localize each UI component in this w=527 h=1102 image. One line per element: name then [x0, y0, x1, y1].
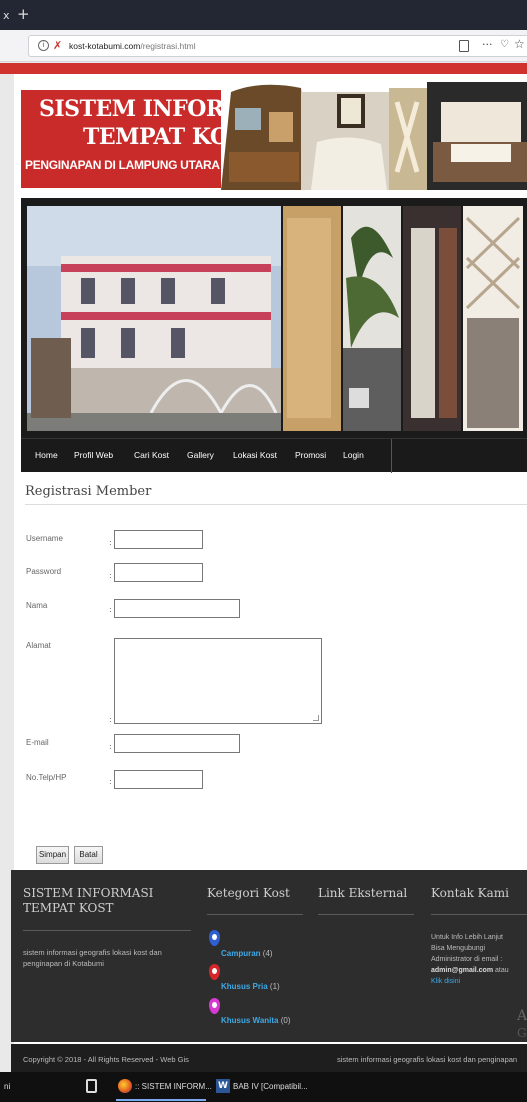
new-tab-icon[interactable]: + — [17, 5, 30, 23]
nav-profil-web[interactable]: Profil Web — [74, 450, 113, 460]
url-domain: kost-kotabumi.com — [69, 41, 141, 51]
taskbar-left-stub[interactable]: ni — [4, 1082, 10, 1091]
resize-grip-icon[interactable] — [313, 715, 319, 721]
firefox-icon[interactable] — [118, 1079, 132, 1093]
category-khusus-wanita[interactable]: Khusus Wanita (0) — [221, 1016, 291, 1025]
hero-photo-collage — [21, 198, 527, 438]
bookmark-star-icon[interactable]: ☆ — [514, 37, 525, 51]
nav-home[interactable]: Home — [35, 450, 58, 460]
category-khusus-pria-count: (1) — [269, 982, 280, 991]
nav-gallery[interactable]: Gallery — [187, 450, 214, 460]
copyright-bar: Copyright © 2018 - All Rights Reserved -… — [11, 1044, 527, 1072]
taskbar-firefox-window[interactable]: :: SISTEM INFORM... — [135, 1082, 212, 1091]
simpan-button[interactable]: Simpan — [36, 846, 69, 864]
page-actions-icon[interactable]: ··· — [482, 38, 493, 51]
contact-or: atau — [495, 967, 509, 974]
page-top-bar — [0, 63, 527, 74]
taskbar-word-window[interactable]: BAB IV [Compatibil... — [233, 1082, 308, 1091]
footer-about-divider — [23, 930, 191, 931]
store-icon[interactable] — [86, 1079, 97, 1093]
category-khusus-pria-name: Khusus Pria — [221, 982, 268, 991]
category-khusus-wanita-count: (0) — [280, 1016, 291, 1025]
email-input[interactable] — [114, 734, 240, 753]
banner-spacer — [21, 190, 527, 198]
phone-input[interactable] — [114, 770, 203, 789]
nama-input[interactable] — [114, 599, 240, 618]
alamat-colon: : — [109, 715, 112, 724]
footer-side-letter-a: A — [517, 1008, 527, 1024]
url-path: /registrasi.html — [140, 41, 196, 51]
site-footer: SISTEM INFORMASI TEMPAT KOST sistem info… — [11, 870, 527, 1042]
form-title: Registrasi Member — [25, 484, 152, 499]
footer-contact-title: Kontak Kami — [431, 886, 509, 900]
close-tab-icon[interactable]: x — [3, 9, 10, 22]
footer-about-text: sistem informasi geografis lokasi kost d… — [23, 948, 162, 968]
contact-line1: Untuk Info Lebih Lanjut — [431, 934, 503, 941]
footer-tagline: sistem informasi geografis lokasi kost d… — [337, 1055, 518, 1064]
footer-links-divider — [318, 914, 414, 915]
footer-about-title: SISTEM INFORMASI TEMPAT KOST — [23, 886, 154, 915]
banner-subtitle: PENGINAPAN DI LAMPUNG UTARA — [25, 158, 220, 172]
footer-category-divider — [207, 914, 303, 915]
footer-links-title: Link Eksternal — [318, 886, 408, 900]
contact-line2: Bisa Mengubungi — [431, 945, 486, 952]
copyright-text: Copyright © 2018 - All Rights Reserved -… — [23, 1055, 189, 1064]
campuran-marker-icon — [209, 930, 220, 946]
main-nav: Home Profil Web Cari Kost Gallery Lokasi… — [21, 438, 527, 473]
username-label: Username — [26, 534, 63, 543]
os-taskbar: ni :: SISTEM INFORM... W BAB IV [Compati… — [0, 1072, 527, 1102]
batal-button[interactable]: Batal — [74, 846, 103, 864]
banner-room-photos — [221, 82, 527, 190]
nama-colon: : — [109, 605, 112, 614]
reader-view-icon[interactable] — [459, 40, 469, 52]
form-title-divider — [25, 504, 527, 505]
footer-category-title: Ketegori Kost — [207, 886, 290, 900]
username-colon: : — [109, 538, 112, 547]
category-khusus-pria[interactable]: Khusus Pria (1) — [221, 982, 280, 991]
nav-login[interactable]: Login — [343, 450, 364, 460]
password-label: Password — [26, 567, 62, 576]
footer-contact-text: Untuk Info Lebih Lanjut Bisa Mengubungi … — [431, 932, 527, 987]
contact-link[interactable]: Klik disini — [431, 976, 527, 987]
khusus-wanita-marker-icon — [209, 998, 220, 1014]
khusus-pria-marker-icon — [209, 964, 220, 980]
phone-colon: : — [109, 777, 112, 786]
nav-promosi[interactable]: Promosi — [295, 450, 326, 460]
navigation-toolbar: i ✗ kost-kotabumi.com/registrasi.html ··… — [0, 30, 527, 62]
hero-photos — [21, 198, 527, 438]
username-input[interactable] — [114, 530, 203, 549]
contact-email-line: admin@gmail.com atau — [431, 965, 527, 976]
phone-label: No.Telp/HP — [26, 773, 67, 782]
alamat-textarea[interactable] — [114, 638, 322, 724]
category-campuran-count: (4) — [262, 949, 273, 958]
nav-cari-kost[interactable]: Cari Kost — [134, 450, 169, 460]
word-icon[interactable]: W — [216, 1079, 230, 1093]
category-campuran-name: Campuran — [221, 949, 261, 958]
info-icon[interactable]: i — [38, 40, 49, 51]
footer-contact-divider — [431, 914, 527, 915]
email-label: E-mail — [26, 738, 49, 747]
url-text[interactable]: kost-kotabumi.com/registrasi.html — [69, 41, 196, 51]
site-banner: SISTEM INFORMASI TEMPAT KOST PENGINAPAN … — [21, 82, 527, 190]
pocket-icon[interactable]: ♡ — [500, 39, 509, 50]
category-khusus-wanita-name: Khusus Wanita — [221, 1016, 279, 1025]
nama-label: Nama — [26, 601, 48, 610]
email-colon: : — [109, 742, 112, 751]
nav-lokasi-kost[interactable]: Lokasi Kost — [233, 450, 277, 460]
insecure-connection-icon[interactable]: ✗ — [53, 39, 62, 52]
footer-side-letter-g: G — [517, 1026, 527, 1040]
active-window-indicator — [116, 1099, 206, 1101]
address-bar[interactable]: i ✗ kost-kotabumi.com/registrasi.html ··… — [28, 35, 527, 57]
alamat-label: Alamat — [26, 641, 51, 650]
contact-line3: Administrator di email : — [431, 956, 503, 963]
contact-email: admin@gmail.com — [431, 967, 494, 974]
password-colon: : — [109, 571, 112, 580]
category-campuran[interactable]: Campuran (4) — [221, 949, 273, 958]
nav-divider — [391, 439, 392, 473]
browser-tab-strip: x + — [0, 0, 527, 30]
password-input[interactable] — [114, 563, 203, 582]
